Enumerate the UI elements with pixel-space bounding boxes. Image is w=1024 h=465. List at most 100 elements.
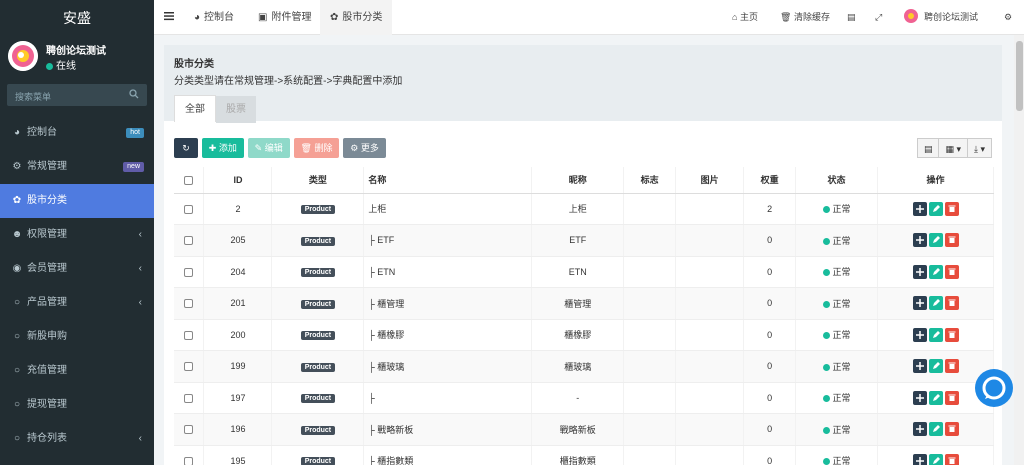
- sidebar-item-withdraw[interactable]: ○ 提现管理: [0, 388, 154, 422]
- drag-sort-button[interactable]: [912, 359, 927, 374]
- page-scrollbar[interactable]: [1014, 35, 1024, 465]
- row-checkbox[interactable]: [184, 456, 194, 465]
- row-edit-button[interactable]: [928, 296, 943, 311]
- language-button[interactable]: ▤: [847, 0, 856, 35]
- topbar: ◕ 控制台 ▣ 附件管理 ✿ 股市分类 ⌂ 主页 🗑 清除缓存 ▤ ⤢ 聘创论坛测试 …: [154, 0, 1024, 35]
- col-status[interactable]: 状态: [795, 167, 878, 194]
- drag-sort-button[interactable]: [912, 390, 927, 405]
- sidebar-item-permissions[interactable]: ☻ 权限管理 ‹: [0, 218, 154, 252]
- delete-button[interactable]: 🗑 删除: [293, 138, 340, 158]
- edit-button[interactable]: ✎ 编辑: [247, 138, 290, 158]
- menu-toggle-icon[interactable]: [164, 11, 174, 21]
- more-button[interactable]: ⚙ 更多: [343, 138, 386, 158]
- select-all-checkbox[interactable]: [184, 175, 194, 185]
- new-badge: new: [123, 162, 144, 172]
- search-icon[interactable]: [129, 89, 139, 99]
- row-edit-button[interactable]: [928, 201, 943, 216]
- drag-sort-button[interactable]: [912, 296, 927, 311]
- home-link[interactable]: ⌂ 主页: [732, 0, 758, 35]
- sidebar-item-members[interactable]: ◉ 会员管理 ‹: [0, 252, 154, 286]
- move-icon: [915, 330, 924, 339]
- row-delete-button[interactable]: [944, 390, 959, 405]
- tab-all[interactable]: 全部: [174, 95, 216, 122]
- sidebar-item-recharge[interactable]: ○ 充值管理: [0, 354, 154, 388]
- row-delete-button[interactable]: [944, 201, 959, 216]
- table-row[interactable]: 195 Product ├ 櫃指數類 櫃指數類 0 正常: [174, 445, 994, 465]
- sidebar-item-general[interactable]: ⚙ 常规管理 new: [0, 150, 154, 184]
- table-row[interactable]: 200 Product ├ 櫃橡膠 櫃橡膠 0 正常: [174, 319, 994, 351]
- sidebar-item-ipo[interactable]: ○ 新股申购: [0, 320, 154, 354]
- col-weight[interactable]: 权重: [743, 167, 797, 194]
- row-checkbox[interactable]: [184, 425, 194, 435]
- tab-stock-category[interactable]: ✿ 股市分类: [320, 0, 393, 35]
- dashboard-icon: ◕: [13, 127, 21, 138]
- clear-cache-button[interactable]: 🗑 清除缓存: [780, 0, 830, 35]
- table-row[interactable]: 2 Product 上柜 上柜 2 正常: [174, 193, 994, 225]
- row-edit-button[interactable]: [928, 359, 943, 374]
- status-dot-icon: [822, 206, 830, 214]
- row-checkbox[interactable]: [184, 330, 194, 340]
- row-delete-button[interactable]: [944, 264, 959, 279]
- row-checkbox[interactable]: [184, 299, 194, 309]
- row-delete-button[interactable]: [944, 453, 959, 465]
- drag-sort-button[interactable]: [912, 453, 927, 465]
- hot-badge: hot: [126, 128, 144, 138]
- status-text: 正常: [832, 393, 851, 404]
- table-row[interactable]: 201 Product ├ 櫃管理 櫃管理 0 正常: [174, 287, 994, 320]
- tab-attachments[interactable]: ▣ 附件管理: [248, 0, 321, 35]
- table-row[interactable]: 199 Product ├ 櫃玻璃 櫃玻璃 0 正常: [174, 350, 994, 383]
- row-checkbox[interactable]: [184, 393, 194, 403]
- row-delete-button[interactable]: [944, 359, 959, 374]
- scrollbar-thumb[interactable]: [1016, 41, 1023, 111]
- drag-sort-button[interactable]: [912, 201, 927, 216]
- row-edit-button[interactable]: [928, 233, 943, 248]
- export-button[interactable]: ⤓ ▾: [967, 138, 992, 158]
- drag-sort-button[interactable]: [912, 264, 927, 279]
- settings-button[interactable]: ⚙: [1004, 0, 1012, 35]
- sidebar-item-stock-category[interactable]: ✿ 股市分类: [0, 184, 154, 218]
- row-edit-button[interactable]: [928, 264, 943, 279]
- sidebar-item-positions[interactable]: ○ 持仓列表 ‹: [0, 422, 154, 456]
- table-row[interactable]: 196 Product ├ 戰略新板 戰略新板 0 正常: [174, 413, 994, 446]
- fullscreen-button[interactable]: ⤢: [875, 0, 882, 35]
- row-delete-button[interactable]: [944, 233, 959, 248]
- sidebar-item-dashboard[interactable]: ◕ 控制台 hot: [0, 116, 154, 150]
- chat-button[interactable]: [975, 369, 1013, 407]
- col-flag[interactable]: 标志: [623, 167, 677, 194]
- table-row[interactable]: 205 Product ├ ETF ETF 0 正常: [174, 224, 994, 257]
- table-row[interactable]: 197 Product ├ - 0 正常: [174, 382, 994, 414]
- col-nickname[interactable]: 昵称: [531, 167, 625, 194]
- row-delete-button[interactable]: [944, 296, 959, 311]
- row-delete-button[interactable]: [944, 422, 959, 437]
- refresh-button[interactable]: ↻: [174, 138, 198, 158]
- row-checkbox[interactable]: [184, 204, 194, 214]
- cell-type: Product: [271, 445, 365, 465]
- columns-button[interactable]: ▦ ▾: [938, 138, 968, 158]
- sidebar-item-products[interactable]: ○ 产品管理 ‹: [0, 286, 154, 320]
- table-row[interactable]: 204 Product ├ ETN ETN 0 正常: [174, 256, 994, 288]
- add-button[interactable]: ✚ 添加: [201, 138, 244, 158]
- row-edit-button[interactable]: [928, 453, 943, 465]
- toggle-view-button[interactable]: ▤: [916, 138, 940, 158]
- col-id[interactable]: ID: [203, 167, 273, 194]
- row-edit-button[interactable]: [928, 422, 943, 437]
- row-checkbox[interactable]: [184, 362, 194, 372]
- drag-sort-button[interactable]: [912, 422, 927, 437]
- row-edit-button[interactable]: [928, 327, 943, 342]
- cell-weight: 0: [743, 224, 797, 257]
- menu-search[interactable]: 搜索菜单: [7, 84, 147, 106]
- tab-dashboard[interactable]: ◕ 控制台: [184, 0, 244, 35]
- drag-sort-button[interactable]: [912, 327, 927, 342]
- row-checkbox[interactable]: [184, 267, 194, 277]
- tab-stock[interactable]: 股票: [216, 96, 256, 123]
- col-name[interactable]: 名称: [363, 167, 533, 194]
- brand-logo[interactable]: 安盛: [0, 0, 154, 36]
- row-delete-button[interactable]: [944, 327, 959, 342]
- user-menu[interactable]: 聘创论坛测试: [904, 0, 978, 35]
- row-checkbox[interactable]: [184, 236, 194, 246]
- col-type[interactable]: 类型: [271, 167, 365, 194]
- row-edit-button[interactable]: [928, 390, 943, 405]
- drag-sort-button[interactable]: [912, 233, 927, 248]
- avatar[interactable]: [8, 41, 38, 71]
- col-image[interactable]: 图片: [675, 167, 745, 194]
